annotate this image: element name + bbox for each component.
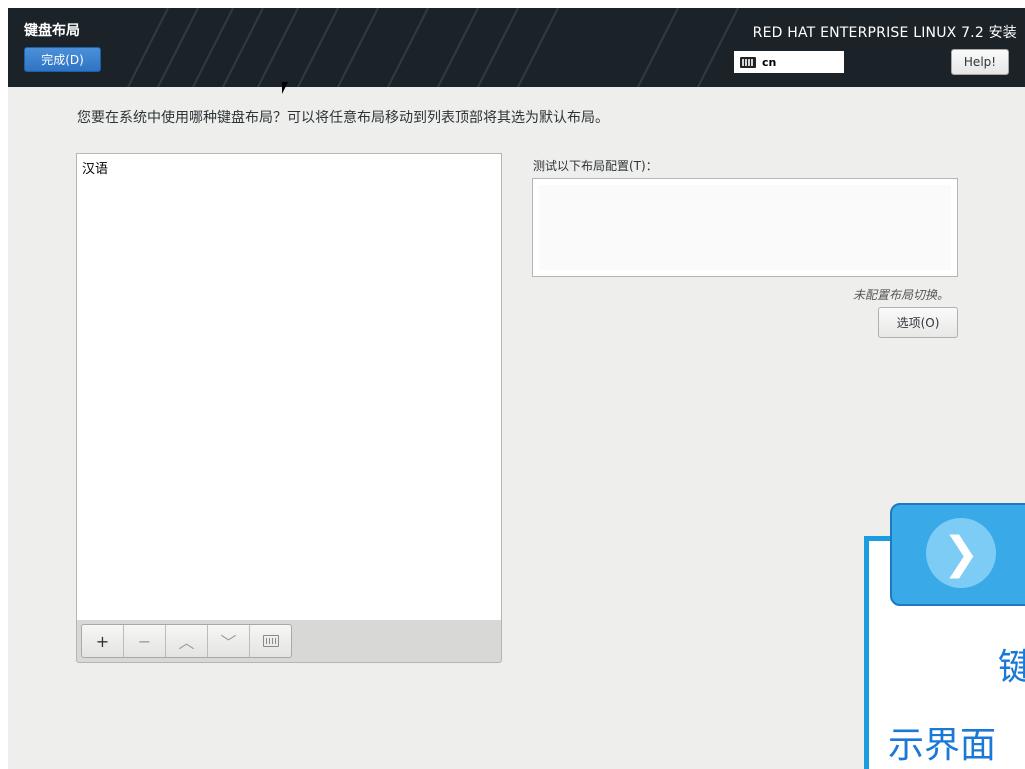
header-bar: 键盘布局 完成(D) RED HAT ENTERPRISE LINUX 7.2 … bbox=[8, 8, 1025, 87]
move-down-button[interactable]: ﹀ bbox=[208, 625, 250, 657]
layout-list[interactable]: 汉语 bbox=[76, 153, 502, 621]
window-frame-top bbox=[0, 0, 1025, 8]
help-button[interactable]: Help! bbox=[951, 49, 1009, 75]
remove-layout-button[interactable]: − bbox=[124, 625, 166, 657]
layout-switch-note: 未配置布局切换。 bbox=[852, 288, 949, 302]
preview-layout-button[interactable] bbox=[250, 625, 291, 657]
instruction-text: 您要在系统中使用哪种键盘布局？可以将任意布局移动到列表顶部将其选为默认布局。 bbox=[77, 110, 609, 126]
keyboard-layout-code: cn bbox=[762, 55, 777, 69]
list-item[interactable]: 汉语 bbox=[77, 154, 501, 181]
overlay-text-line1: 键 bbox=[998, 647, 1025, 688]
product-title: RED HAT ENTERPRISE LINUX 7.2 安装 bbox=[752, 25, 1017, 41]
toolbar-button-group: + − ︿ ﹀ bbox=[81, 624, 292, 658]
spoke-title: 键盘布局 bbox=[24, 23, 80, 39]
done-button[interactable]: 完成(D) bbox=[24, 47, 101, 72]
move-up-button[interactable]: ︿ bbox=[166, 625, 208, 657]
keyboard-layout-indicator[interactable]: cn bbox=[734, 51, 844, 73]
test-layout-text[interactable] bbox=[539, 185, 951, 270]
overlay-panel bbox=[864, 536, 1025, 769]
header-decoration bbox=[127, 8, 739, 87]
options-button[interactable]: 选项(O) bbox=[878, 307, 958, 338]
keyboard-icon bbox=[740, 56, 756, 68]
mouse-cursor-icon bbox=[282, 82, 288, 94]
window-frame-left bbox=[0, 0, 8, 769]
test-layout-input[interactable] bbox=[532, 178, 958, 277]
overlay-tab bbox=[890, 503, 1025, 606]
keyboard-icon bbox=[262, 635, 279, 647]
layout-list-toolbar: + − ︿ ﹀ bbox=[76, 620, 502, 663]
test-layout-label: 测试以下布局配置(T)： bbox=[533, 159, 658, 173]
overlay-text-line2: 示界面 bbox=[888, 725, 997, 766]
chevron-right-icon: ❯ bbox=[926, 518, 996, 588]
add-layout-button[interactable]: + bbox=[82, 625, 124, 657]
